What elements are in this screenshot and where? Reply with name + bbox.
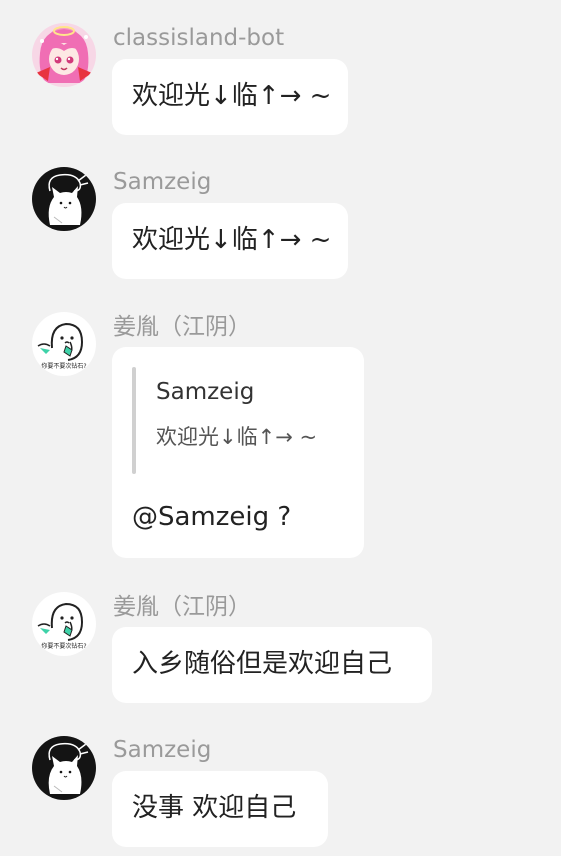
message-bubble[interactable]: Samzeig 欢迎光↓临↑→ ~ @Samzeig ? bbox=[112, 347, 364, 558]
white-cat-avatar-icon bbox=[32, 167, 96, 231]
sender-name: 姜胤（江阴） bbox=[113, 594, 251, 620]
avatar[interactable] bbox=[32, 736, 96, 800]
chat-message: Samzeig 没事 欢迎自己 bbox=[0, 710, 561, 856]
message-text: @Samzeig ? bbox=[132, 502, 292, 532]
quote-bar bbox=[132, 367, 136, 474]
message-bubble[interactable]: 没事 欢迎自己 bbox=[112, 771, 328, 847]
message-bubble[interactable]: 入乡随俗但是欢迎自己 bbox=[112, 627, 432, 703]
quote-sender-name[interactable]: Samzeig bbox=[156, 378, 254, 406]
anime-girl-avatar-icon bbox=[32, 23, 96, 87]
message-text: 入乡随俗但是欢迎自己 bbox=[132, 649, 393, 679]
avatar[interactable]: 你要不要次钻石? bbox=[32, 592, 96, 656]
message-bubble[interactable]: 欢迎光↓临↑→ ~ bbox=[112, 59, 348, 135]
meme-sticker-avatar-icon: 你要不要次钻石? bbox=[32, 592, 96, 656]
message-text: 没事 欢迎自己 bbox=[132, 793, 297, 823]
message-text: 欢迎光↓临↑→ ~ bbox=[132, 81, 332, 111]
white-cat-avatar-icon bbox=[32, 736, 96, 800]
avatar[interactable]: 你要不要次钻石? bbox=[32, 312, 96, 376]
avatar[interactable] bbox=[32, 23, 96, 87]
avatar-caption: 你要不要次钻石? bbox=[41, 362, 86, 370]
sender-name: classisland-bot bbox=[113, 25, 285, 51]
message-bubble[interactable]: 欢迎光↓临↑→ ~ bbox=[112, 203, 348, 279]
quote-text[interactable]: 欢迎光↓临↑→ ~ bbox=[156, 423, 317, 451]
meme-sticker-avatar-icon: 你要不要次钻石? bbox=[32, 312, 96, 376]
sender-name: Samzeig bbox=[113, 737, 212, 763]
chat-message: 你要不要次钻石? 姜胤（江阴） 入乡随俗但是欢迎自己 bbox=[0, 565, 561, 710]
chat-message: 你要不要次钻石? 姜胤（江阴） Samzeig 欢迎光↓临↑→ ~ @Samze… bbox=[0, 285, 561, 565]
avatar[interactable] bbox=[32, 167, 96, 231]
avatar-caption: 你要不要次钻石? bbox=[41, 642, 86, 650]
chat-message: Samzeig 欢迎光↓临↑→ ~ bbox=[0, 140, 561, 285]
sender-name: 姜胤（江阴） bbox=[113, 314, 251, 340]
sender-name: Samzeig bbox=[113, 169, 212, 195]
message-text: 欢迎光↓临↑→ ~ bbox=[132, 225, 332, 255]
chat-message: classisland-bot 欢迎光↓临↑→ ~ bbox=[0, 0, 561, 140]
